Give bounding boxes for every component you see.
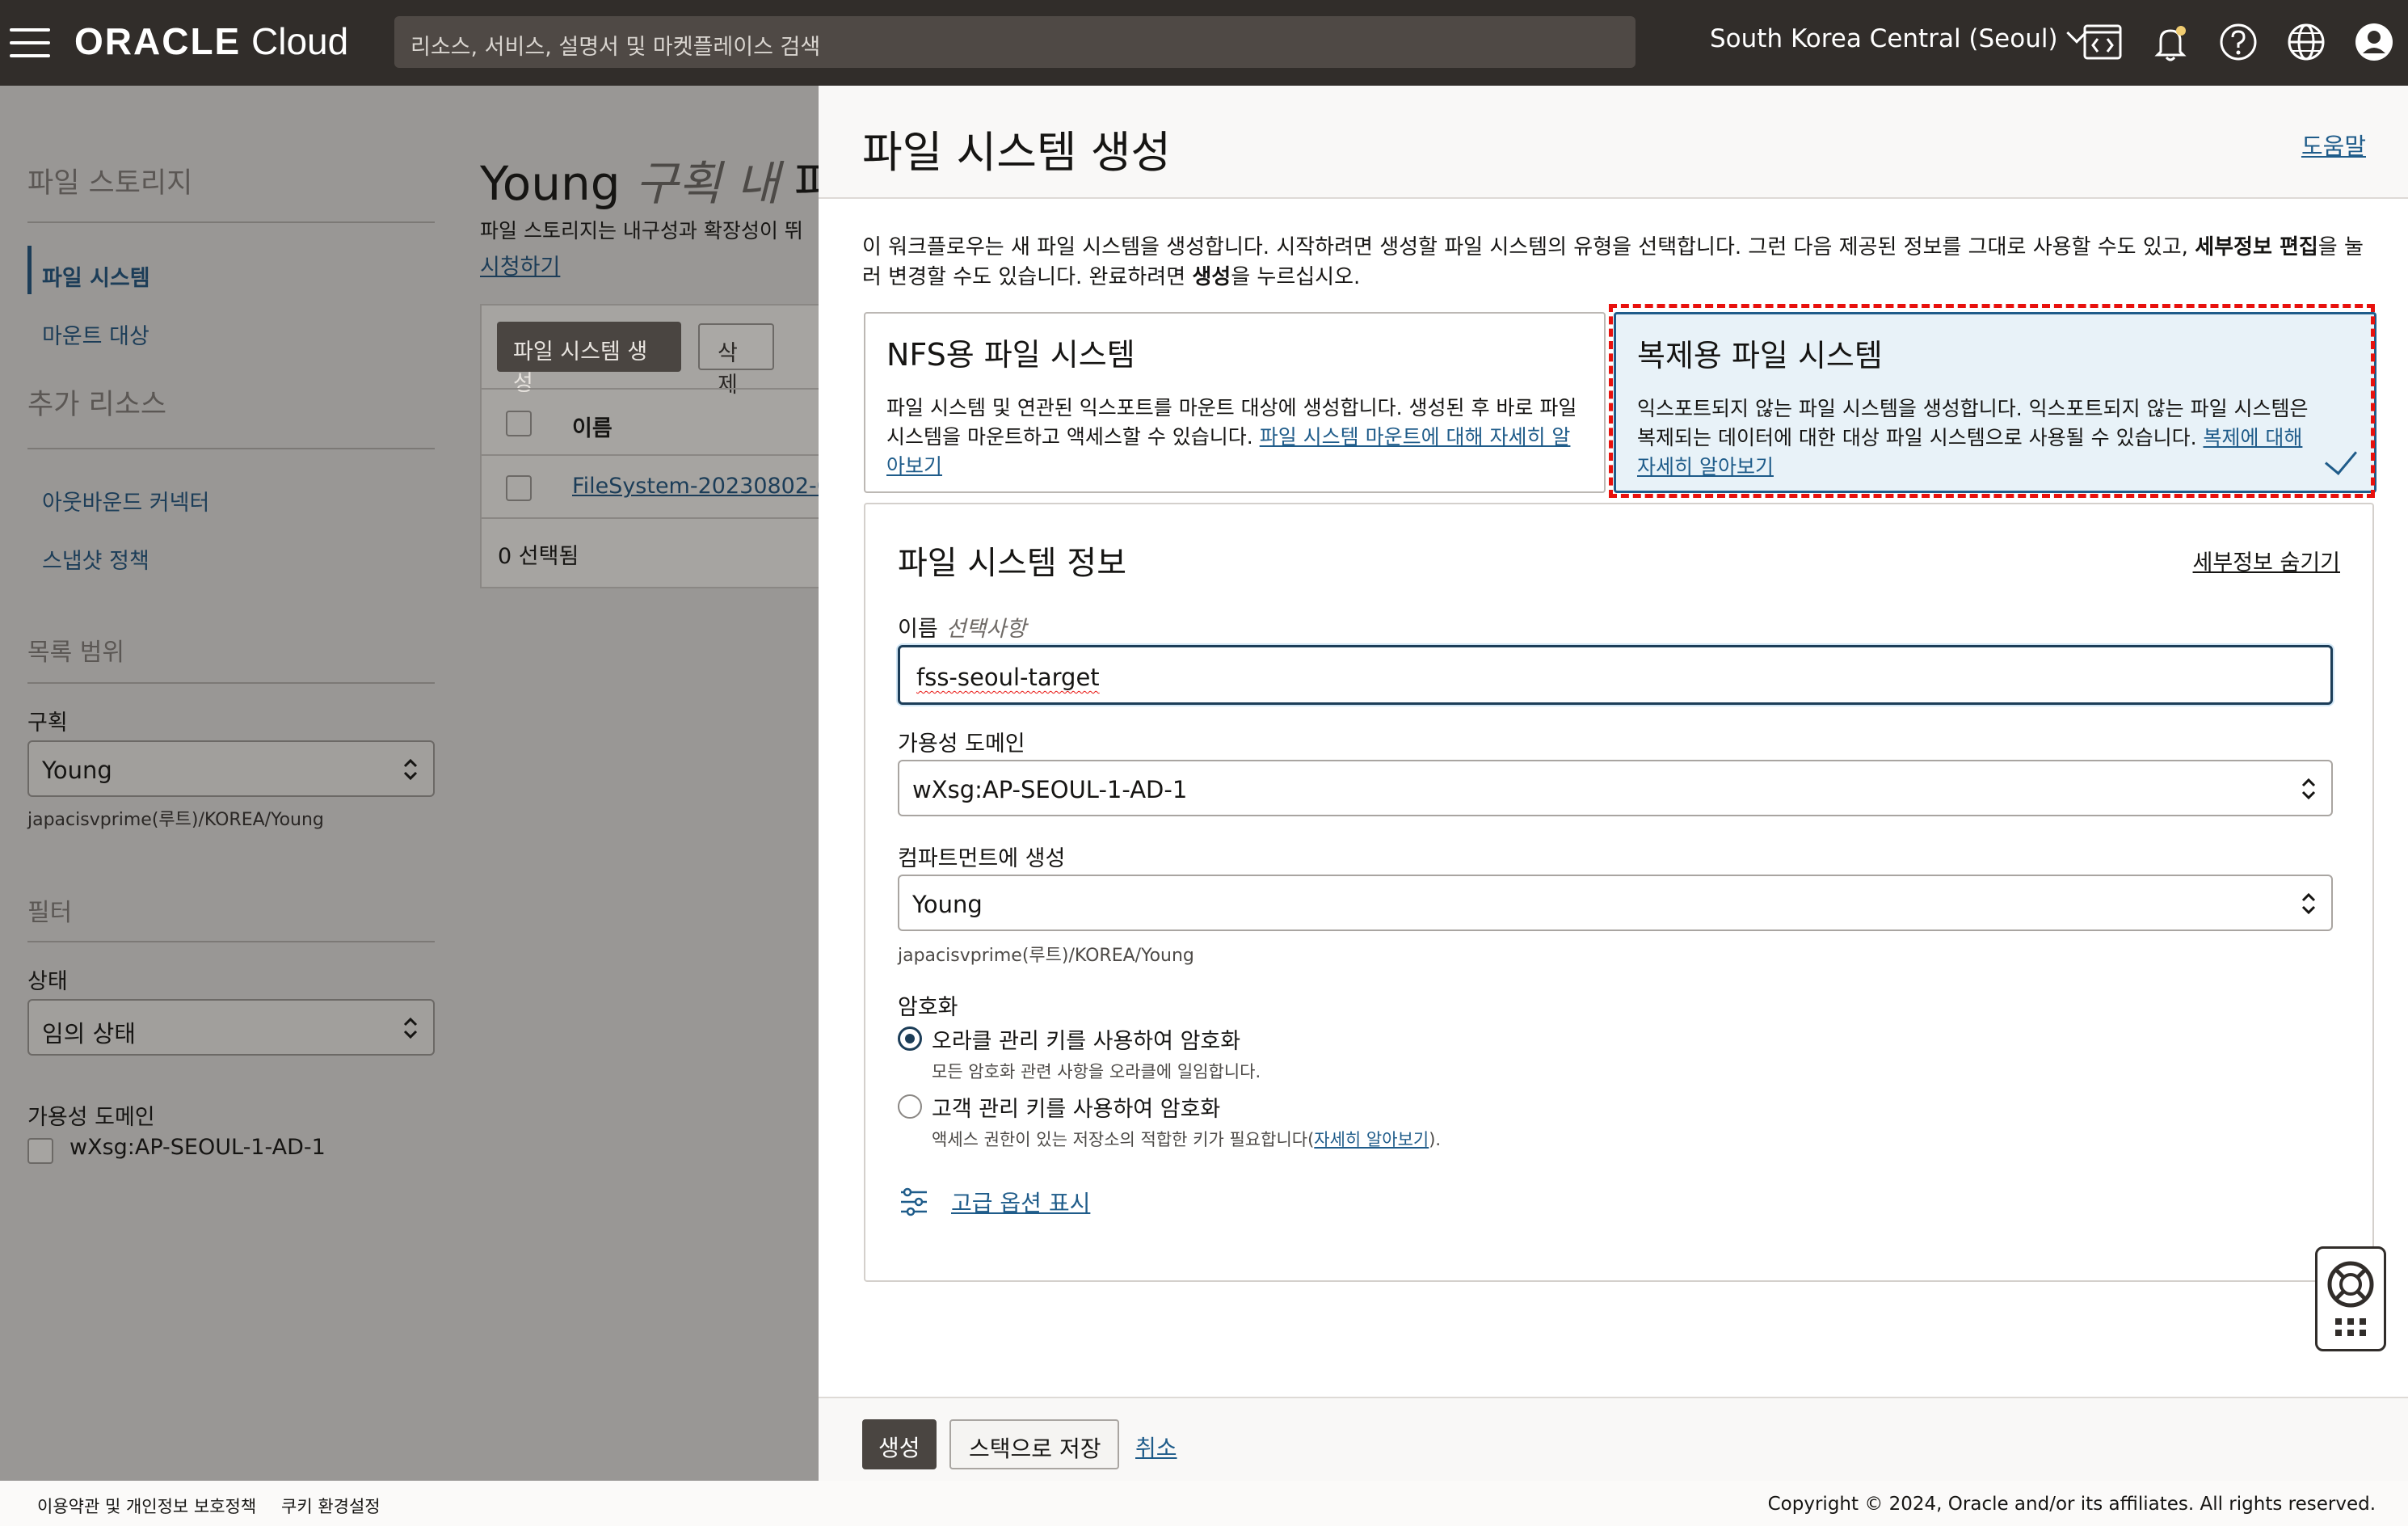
availability-domain-value: wXsg:AP-SEOUL-1-AD-1 bbox=[912, 776, 1188, 803]
updown-chevron-icon bbox=[403, 758, 418, 781]
oracle-cloud-logo[interactable]: ORACLE Cloud bbox=[74, 19, 348, 63]
create-file-system-panel: 파일 시스템 생성 도움말 이 워크플로우는 새 파일 시스템을 생성합니다. … bbox=[819, 86, 2408, 1481]
name-label: 이름 선택사항 bbox=[898, 617, 1027, 642]
filter-title: 필터 bbox=[27, 899, 73, 927]
region-selector[interactable]: South Korea Central (Seoul) bbox=[1710, 23, 2087, 53]
divider bbox=[27, 221, 435, 223]
page-footer: 이용약관 및 개인정보 보호정책 쿠키 환경설정 Copyright © 202… bbox=[0, 1481, 2408, 1526]
compartment-path: japacisvprime(루트)/KOREA/Young bbox=[27, 810, 324, 830]
type-card-nfs[interactable]: NFS용 파일 시스템 파일 시스템 및 연관된 익스포트를 마운트 대상에 생… bbox=[864, 312, 1606, 493]
highlight-annotation bbox=[1609, 304, 2375, 498]
learn-more-keys-link[interactable]: 자세히 알아보기 bbox=[1314, 1130, 1429, 1149]
help-icon[interactable] bbox=[2217, 21, 2259, 63]
updown-chevron-icon bbox=[403, 1017, 418, 1039]
create-button[interactable]: 생성 bbox=[862, 1419, 937, 1469]
divider bbox=[27, 682, 435, 684]
row-checkbox[interactable] bbox=[506, 475, 532, 501]
terms-privacy-link[interactable]: 이용약관 및 개인정보 보호정책 bbox=[37, 1494, 256, 1518]
sidebar-item-mount-targets[interactable]: 마운트 대상 bbox=[42, 318, 149, 350]
sliders-icon bbox=[901, 1187, 927, 1216]
compartment-label: 컴파트먼트에 생성 bbox=[898, 846, 1066, 871]
sidebar-item-file-systems[interactable]: 파일 시스템 bbox=[42, 260, 150, 292]
encryption-label: 암호화 bbox=[898, 995, 958, 1020]
compartment-select[interactable]: Young bbox=[27, 740, 435, 797]
state-select[interactable]: 임의 상태 bbox=[27, 999, 435, 1056]
ad-filter-label: wXsg:AP-SEOUL-1-AD-1 bbox=[69, 1135, 326, 1160]
sidebar-item-outbound-connectors[interactable]: 아웃바운드 커넥터 bbox=[42, 485, 209, 516]
table-row-link[interactable]: FileSystem-20230802-0 bbox=[572, 474, 831, 499]
sidebar-item-snapshot-policies[interactable]: 스냅샷 정책 bbox=[42, 543, 149, 575]
compartment-value: Young bbox=[912, 891, 983, 918]
region-label: South Korea Central (Seoul) bbox=[1710, 24, 2058, 53]
panel-header: 파일 시스템 생성 도움말 bbox=[819, 86, 2408, 199]
list-scope-title: 목록 범위 bbox=[27, 639, 124, 667]
name-input[interactable]: fss-seoul-target bbox=[898, 645, 2333, 705]
help-link[interactable]: 도움말 bbox=[2301, 128, 2366, 162]
sidebar-title: 파일 스토리지 bbox=[27, 167, 193, 200]
user-icon[interactable] bbox=[2353, 21, 2395, 63]
cookie-preferences-link[interactable]: 쿠키 환경설정 bbox=[281, 1494, 381, 1518]
delete-button[interactable]: 삭제 bbox=[698, 323, 774, 398]
encrypt-oracle-help: 모든 암호화 관련 사항을 오라클에 일임합니다. bbox=[932, 1062, 1261, 1081]
compartment-select[interactable]: Young bbox=[898, 875, 2333, 931]
panel-footer: 생성 스택으로 저장 취소 bbox=[819, 1397, 2408, 1481]
search-input[interactable]: 리소스, 서비스, 설명서 및 마켓플레이스 검색 bbox=[394, 16, 1636, 68]
create-file-system-button[interactable]: 파일 시스템 생성 bbox=[497, 322, 681, 396]
section-title: 파일 시스템 정보 bbox=[898, 545, 1127, 582]
hide-details-link[interactable]: 세부정보 숨기기 bbox=[2193, 545, 2340, 576]
intro-text: 이 워크플로우는 새 파일 시스템을 생성합니다. 시작하려면 생성할 파일 시… bbox=[862, 235, 2364, 289]
advanced-options-toggle[interactable]: 고급 옵션 표시 bbox=[898, 1182, 1090, 1222]
lifebuoy-icon bbox=[2327, 1261, 2374, 1336]
updown-chevron-icon bbox=[2301, 892, 2316, 915]
top-bar: ORACLE Cloud 리소스, 서비스, 설명서 및 마켓플레이스 검색 S… bbox=[0, 0, 2408, 86]
divider bbox=[27, 448, 435, 449]
encrypt-oracle-label: 오라클 관리 키를 사용하여 암호화 bbox=[932, 1029, 1241, 1054]
code-editor-icon[interactable] bbox=[2082, 21, 2124, 63]
copyright: Copyright © 2024, Oracle and/or its affi… bbox=[1767, 1494, 2376, 1515]
encrypt-customer-label: 고객 관리 키를 사용하여 암호화 bbox=[932, 1097, 1221, 1122]
file-systems-table: 파일 시스템 생성 삭제 이름 FileSystem-20230802-0 0 … bbox=[480, 304, 831, 588]
ad-filter-checkbox[interactable] bbox=[27, 1138, 53, 1164]
compartment-value: Young bbox=[42, 757, 112, 784]
availability-domain-label: 가용성 도메인 bbox=[27, 1105, 155, 1130]
column-header-name[interactable]: 이름 bbox=[572, 411, 613, 442]
encrypt-customer-radio[interactable] bbox=[898, 1094, 922, 1119]
compartment-path: japacisvprime(루트)/KOREA/Young bbox=[898, 946, 1194, 966]
type-card-description: 파일 시스템 및 연관된 익스포트를 마운트 대상에 생성합니다. 생성된 후 … bbox=[886, 396, 1577, 478]
advanced-options-link[interactable]: 고급 옵션 표시 bbox=[951, 1186, 1090, 1218]
availability-domain-label: 가용성 도메인 bbox=[898, 731, 1025, 757]
availability-domain-select[interactable]: wXsg:AP-SEOUL-1-AD-1 bbox=[898, 760, 2333, 816]
additional-resources-title: 추가 리소스 bbox=[27, 389, 167, 421]
bell-icon[interactable] bbox=[2149, 21, 2191, 63]
watch-link[interactable]: 시청하기 bbox=[480, 249, 560, 280]
select-all-checkbox[interactable] bbox=[506, 411, 532, 436]
encrypt-customer-help: 액세스 권한이 있는 저장소의 적합한 키가 필요합니다(자세히 알아보기). bbox=[932, 1130, 1442, 1149]
panel-title: 파일 시스템 생성 bbox=[862, 127, 1172, 178]
file-system-info-section: 파일 시스템 정보 세부정보 숨기기 이름 선택사항 fss-seoul-targ… bbox=[864, 503, 2374, 1282]
help-widget[interactable] bbox=[2315, 1246, 2386, 1351]
page-description: 파일 스토리지는 내구성과 확장성이 뛰 bbox=[480, 219, 803, 242]
compartment-label: 구획 bbox=[27, 710, 68, 736]
left-sidebar: 파일 스토리지 파일 시스템 마운트 대상 추가 리소스 아웃바운드 커넥터 스… bbox=[0, 86, 881, 1481]
save-as-stack-button[interactable]: 스택으로 저장 bbox=[949, 1419, 1119, 1469]
state-value: 임의 상태 bbox=[42, 1020, 136, 1048]
updown-chevron-icon bbox=[2301, 778, 2316, 800]
divider bbox=[27, 941, 435, 942]
globe-icon[interactable] bbox=[2285, 21, 2327, 63]
type-card-title: NFS용 파일 시스템 bbox=[886, 337, 1135, 373]
active-indicator bbox=[27, 246, 32, 294]
cancel-link[interactable]: 취소 bbox=[1135, 1431, 1177, 1463]
menu-icon[interactable] bbox=[10, 28, 50, 57]
state-label: 상태 bbox=[27, 969, 68, 994]
selected-count: 0 선택됨 bbox=[498, 544, 579, 569]
encrypt-oracle-radio[interactable] bbox=[898, 1026, 922, 1051]
